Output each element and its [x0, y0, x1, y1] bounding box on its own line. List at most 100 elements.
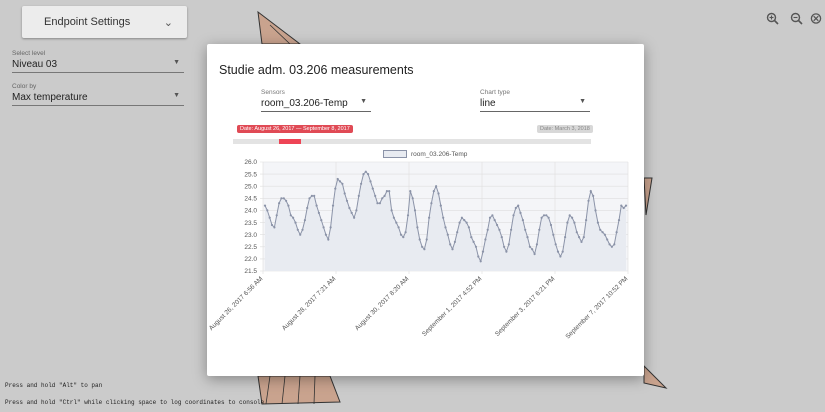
- data-point: [296, 228, 299, 231]
- data-point: [547, 216, 550, 219]
- data-point: [451, 248, 454, 251]
- data-point: [571, 216, 574, 219]
- data-point: [559, 255, 562, 258]
- data-point: [528, 245, 531, 248]
- data-point: [578, 236, 581, 239]
- data-point: [566, 221, 569, 224]
- data-point: [308, 197, 311, 200]
- data-point: [369, 180, 372, 183]
- data-point: [589, 190, 592, 193]
- settings-panel: Endpoint Settings ⌄ Select level Niveau …: [12, 4, 190, 106]
- data-point: [324, 233, 327, 236]
- reset-icon[interactable]: [810, 8, 822, 28]
- data-point: [608, 243, 611, 246]
- data-point: [315, 204, 318, 207]
- data-point: [392, 216, 395, 219]
- data-point: [362, 173, 365, 176]
- data-point: [343, 192, 346, 195]
- color-by-label: Color by: [12, 83, 37, 90]
- data-point: [285, 199, 288, 202]
- data-point: [484, 238, 487, 241]
- data-point: [294, 221, 297, 224]
- data-point: [367, 173, 370, 176]
- data-point: [596, 221, 599, 224]
- floor-plan-wing-bottom-right: [643, 364, 668, 389]
- log-hint: Press and hold "Ctrl" while clicking spa…: [5, 399, 265, 406]
- zoom-in-icon[interactable]: [762, 8, 782, 28]
- data-point: [404, 231, 407, 234]
- data-point: [411, 197, 414, 200]
- data-point: [263, 204, 267, 207]
- data-point: [533, 252, 536, 256]
- data-point: [425, 238, 428, 241]
- data-point: [428, 216, 431, 219]
- data-point: [306, 206, 309, 210]
- select-level-value: Niveau 03: [12, 59, 58, 70]
- data-point: [413, 209, 417, 212]
- data-point: [430, 202, 433, 205]
- x-tick-label: September 1, 2017 4:52 PM: [421, 275, 483, 337]
- select-level-field[interactable]: Select level Niveau 03 ▼: [12, 50, 190, 73]
- data-point: [503, 245, 506, 248]
- select-level-dropdown[interactable]: Niveau 03 ▼: [12, 59, 184, 73]
- data-point: [498, 228, 501, 231]
- data-point: [449, 243, 452, 246]
- y-tick-label: 23.0: [244, 232, 257, 239]
- zoom-out-icon[interactable]: [786, 8, 806, 28]
- data-point: [446, 233, 449, 236]
- data-point: [381, 197, 384, 200]
- data-point: [444, 226, 447, 229]
- data-point: [397, 226, 400, 229]
- x-tick-label: September 3, 2017 6:21 PM: [494, 275, 556, 337]
- data-point: [360, 182, 363, 185]
- color-by-dropdown[interactable]: Max temperature ▼: [12, 92, 184, 106]
- measurements-dialog: Studie adm. 03.206 measurements Sensors …: [207, 44, 644, 376]
- data-point: [402, 236, 405, 239]
- data-point: [592, 194, 595, 197]
- data-point: [395, 221, 398, 224]
- x-tick-label: August 28, 2017 7:21 AM: [281, 275, 338, 332]
- y-tick-label: 25.0: [244, 183, 257, 190]
- data-point: [535, 243, 538, 246]
- data-point: [280, 197, 283, 200]
- data-point: [488, 216, 492, 219]
- data-point: [463, 219, 466, 222]
- data-point: [289, 214, 292, 217]
- data-point: [613, 243, 616, 246]
- y-tick-label: 25.5: [244, 171, 257, 178]
- data-point: [327, 238, 330, 241]
- data-point: [421, 245, 424, 248]
- y-tick-label: 24.5: [244, 196, 257, 203]
- data-point: [266, 209, 269, 212]
- dropdown-caret-icon: ▼: [173, 59, 180, 66]
- endpoint-settings-button[interactable]: Endpoint Settings ⌄: [22, 6, 187, 38]
- data-point: [561, 250, 564, 253]
- data-point: [313, 194, 316, 197]
- data-point: [334, 187, 337, 190]
- data-point: [491, 214, 494, 217]
- data-point: [442, 216, 445, 219]
- pan-hint: Press and hold "Alt" to pan: [5, 382, 103, 389]
- data-point: [470, 236, 473, 239]
- y-tick-label: 21.5: [244, 268, 257, 275]
- data-point: [622, 206, 625, 210]
- data-point: [496, 223, 499, 227]
- data-point: [418, 238, 421, 241]
- data-point: [345, 199, 349, 202]
- data-point: [573, 221, 576, 224]
- data-point: [390, 209, 393, 212]
- data-point: [341, 182, 344, 185]
- endpoint-settings-label: Endpoint Settings: [44, 16, 131, 28]
- data-point: [273, 226, 276, 229]
- data-point: [554, 243, 557, 246]
- data-point: [474, 245, 478, 248]
- x-tick-label: August 26, 2017 6:56 AM: [208, 275, 265, 332]
- data-point: [406, 214, 410, 217]
- data-point: [388, 190, 391, 193]
- y-tick-label: 22.0: [244, 256, 257, 263]
- color-by-field[interactable]: Color by Max temperature ▼: [12, 83, 190, 106]
- data-point: [275, 214, 278, 217]
- y-tick-label: 23.5: [244, 220, 257, 227]
- data-point: [545, 214, 548, 217]
- data-point: [301, 228, 304, 231]
